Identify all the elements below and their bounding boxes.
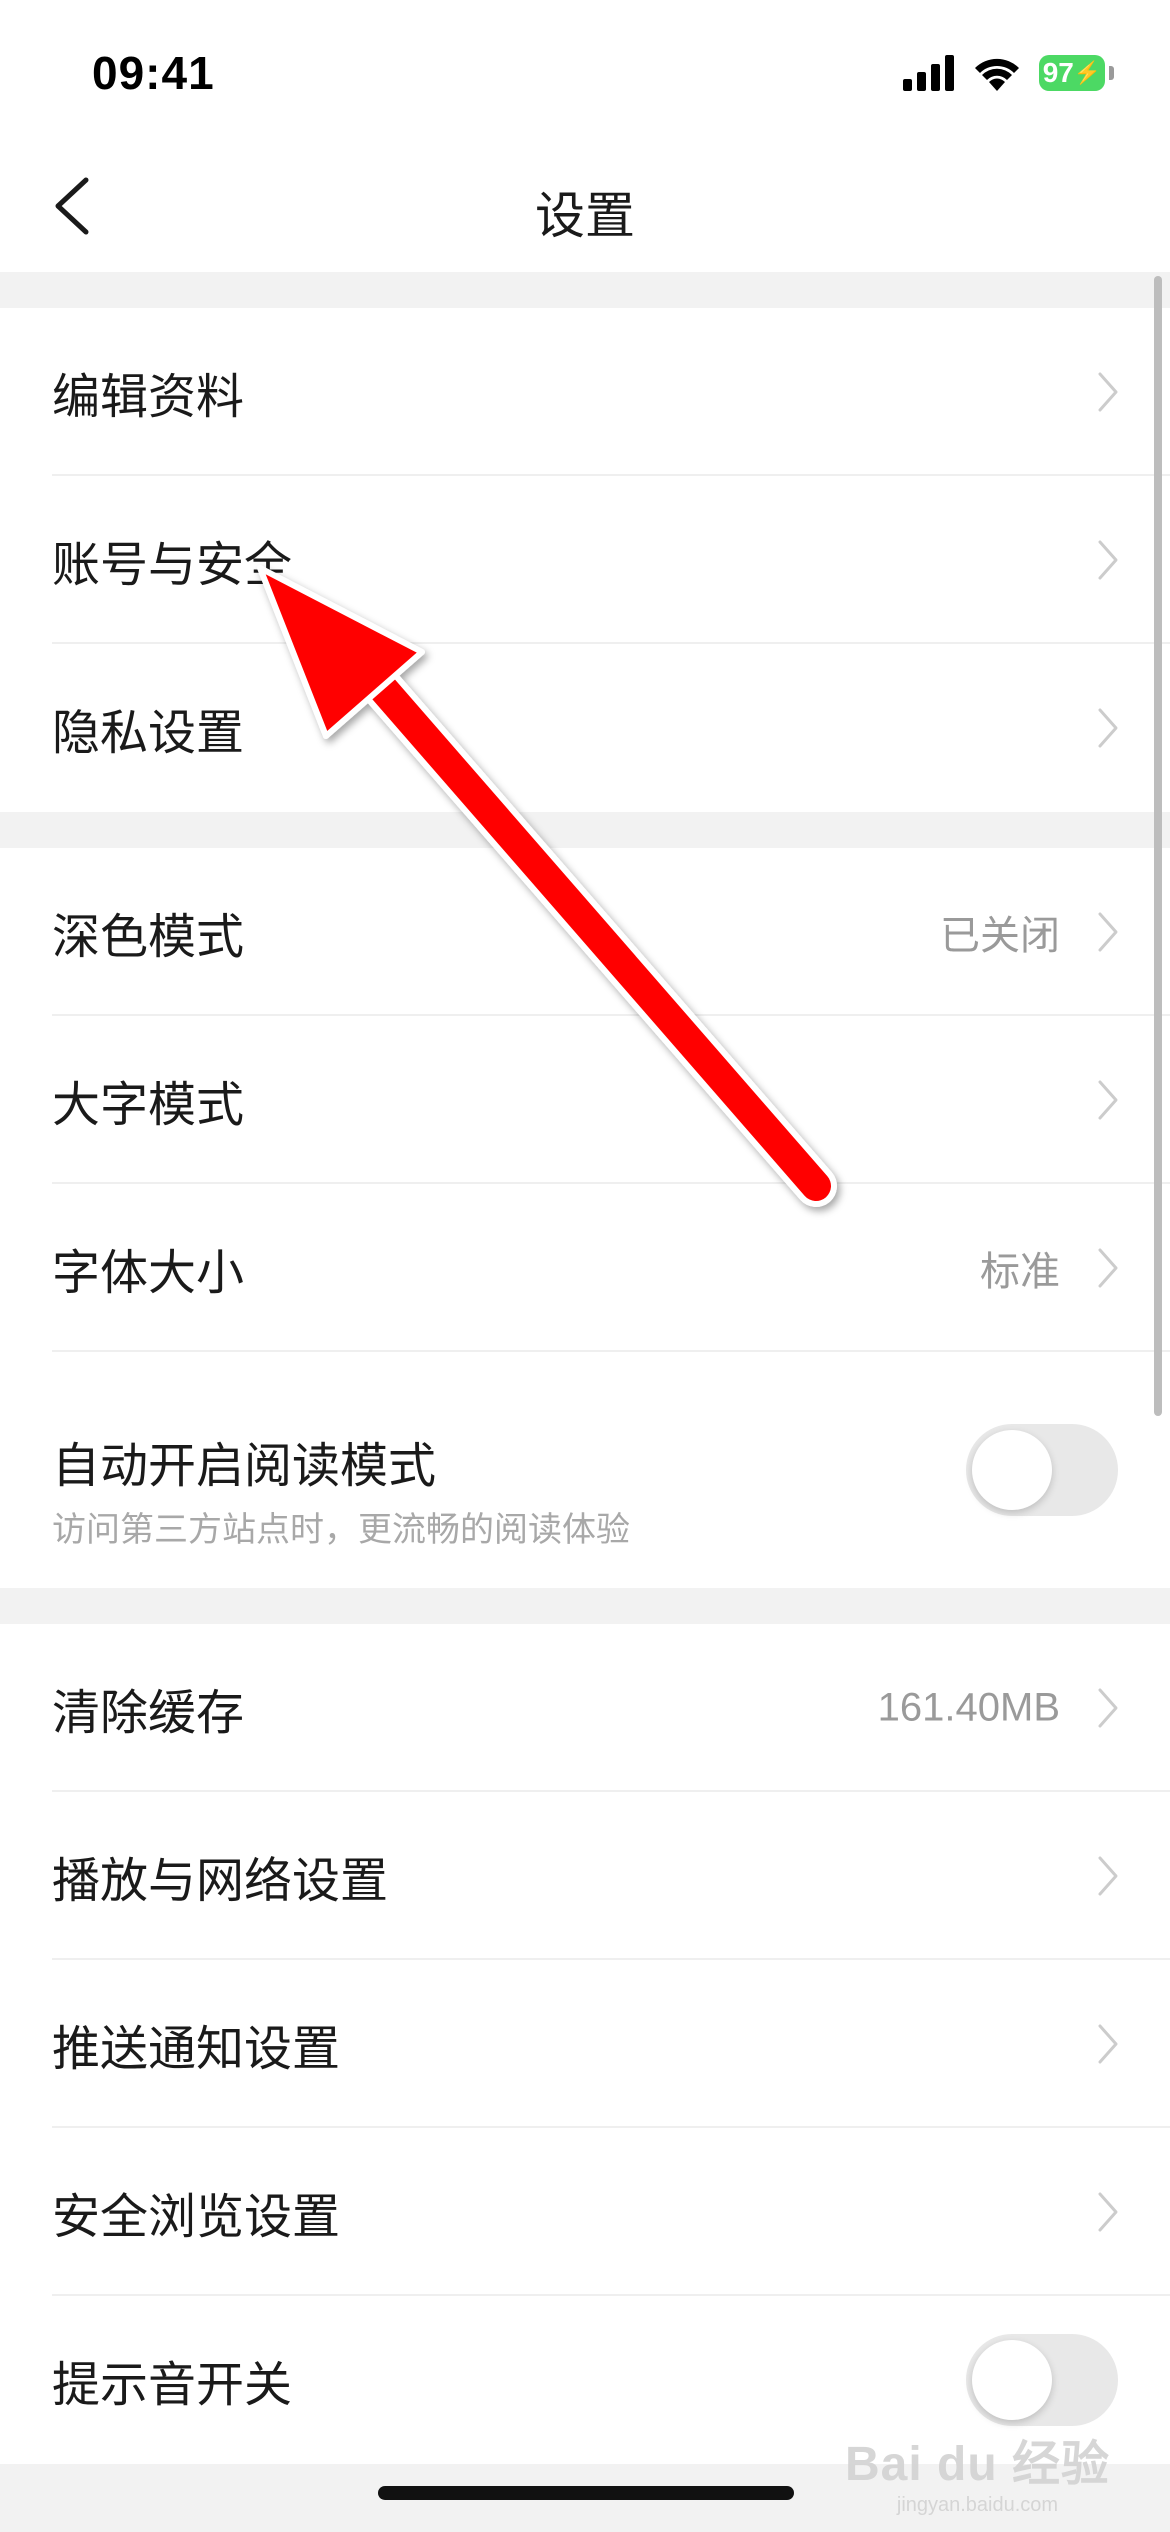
- settings-page: 09:41 97 ⚡ 设置 编辑资料 账号与安全 隐私设置 深色模式 已关闭 大…: [0, 0, 1170, 2532]
- item-sublabel: 访问第三方站点时，更流畅的阅读体验: [52, 1510, 630, 1550]
- settings-item-playback-network[interactable]: 播放与网络设置: [0, 1792, 1170, 1960]
- status-bar: 09:41 97 ⚡: [0, 0, 1170, 140]
- item-label: 编辑资料: [52, 369, 245, 425]
- settings-item-edit-profile[interactable]: 编辑资料: [0, 308, 1170, 476]
- chevron-right-icon: [1098, 1080, 1118, 1120]
- scrollbar[interactable]: [1154, 276, 1162, 1416]
- watermark-url: jingyan.baidu.com: [896, 2494, 1059, 2516]
- chevron-right-icon: [1098, 912, 1118, 952]
- settings-item-clear-cache[interactable]: 清除缓存 161.40MB: [0, 1624, 1170, 1792]
- toggle-knob: [972, 1430, 1052, 1510]
- status-icons: 97 ⚡: [903, 48, 1114, 98]
- item-label: 提示音开关: [52, 2357, 293, 2413]
- watermark-brand: Bai du 经验: [844, 2438, 1110, 2491]
- chevron-right-icon: [1098, 540, 1118, 580]
- settings-item-privacy[interactable]: 隐私设置: [0, 644, 1170, 812]
- wifi-icon: [975, 58, 1019, 91]
- settings-item-auto-reader-mode: 自动开启阅读模式 访问第三方站点时，更流畅的阅读体验: [0, 1352, 1170, 1588]
- toggle-knob: [972, 2340, 1052, 2420]
- chevron-right-icon: [1098, 2024, 1118, 2064]
- item-label: 自动开启阅读模式: [52, 1438, 437, 1494]
- sound-toggle[interactable]: [966, 2334, 1118, 2426]
- settings-item-safe-browsing[interactable]: 安全浏览设置: [0, 2128, 1170, 2296]
- chevron-right-icon: [1098, 1856, 1118, 1896]
- settings-item-push-notifications[interactable]: 推送通知设置: [0, 1960, 1170, 2128]
- chevron-right-icon: [1098, 1688, 1118, 1728]
- cellular-signal-icon: [903, 55, 954, 91]
- item-label: 推送通知设置: [52, 2021, 341, 2077]
- settings-item-account-security[interactable]: 账号与安全: [0, 476, 1170, 644]
- battery-icon: 97 ⚡: [1039, 55, 1105, 91]
- reader-mode-toggle[interactable]: [966, 1424, 1118, 1516]
- item-label: 隐私设置: [52, 705, 245, 761]
- chevron-right-icon: [1098, 708, 1118, 748]
- item-value: 标准: [980, 1249, 1060, 1295]
- chevron-right-icon: [1098, 372, 1118, 412]
- item-label: 深色模式: [52, 909, 245, 965]
- section-gap: [0, 1588, 1170, 1624]
- watermark: Bai du 经验 jingyan.baidu.com: [845, 2424, 1110, 2517]
- item-label: 安全浏览设置: [52, 2189, 341, 2245]
- settings-item-large-text-mode[interactable]: 大字模式: [0, 1016, 1170, 1184]
- battery-cap: [1109, 66, 1114, 80]
- chevron-right-icon: [1098, 2192, 1118, 2232]
- settings-list: 编辑资料 账号与安全 隐私设置 深色模式 已关闭 大字模式 字体大小 标准 自动…: [0, 272, 1170, 2532]
- item-value: 已关闭: [940, 913, 1060, 959]
- item-label: 大字模式: [52, 1077, 245, 1133]
- settings-item-font-size[interactable]: 字体大小 标准: [0, 1184, 1170, 1352]
- item-label: 清除缓存: [52, 1685, 245, 1741]
- battery-level: 97: [1042, 57, 1074, 88]
- settings-item-dark-mode[interactable]: 深色模式 已关闭: [0, 848, 1170, 1016]
- item-label: 账号与安全: [52, 537, 293, 593]
- item-label: 播放与网络设置: [52, 1853, 389, 1909]
- status-time: 09:41: [92, 47, 215, 99]
- section-gap: [0, 812, 1170, 848]
- section-gap: [0, 272, 1170, 308]
- item-value: 161.40MB: [877, 1685, 1060, 1730]
- chevron-right-icon: [1098, 1248, 1118, 1288]
- home-indicator[interactable]: [378, 2486, 794, 2500]
- nav-bar: 设置: [0, 140, 1170, 272]
- item-label: 字体大小: [52, 1245, 245, 1301]
- page-title: 设置: [535, 187, 635, 245]
